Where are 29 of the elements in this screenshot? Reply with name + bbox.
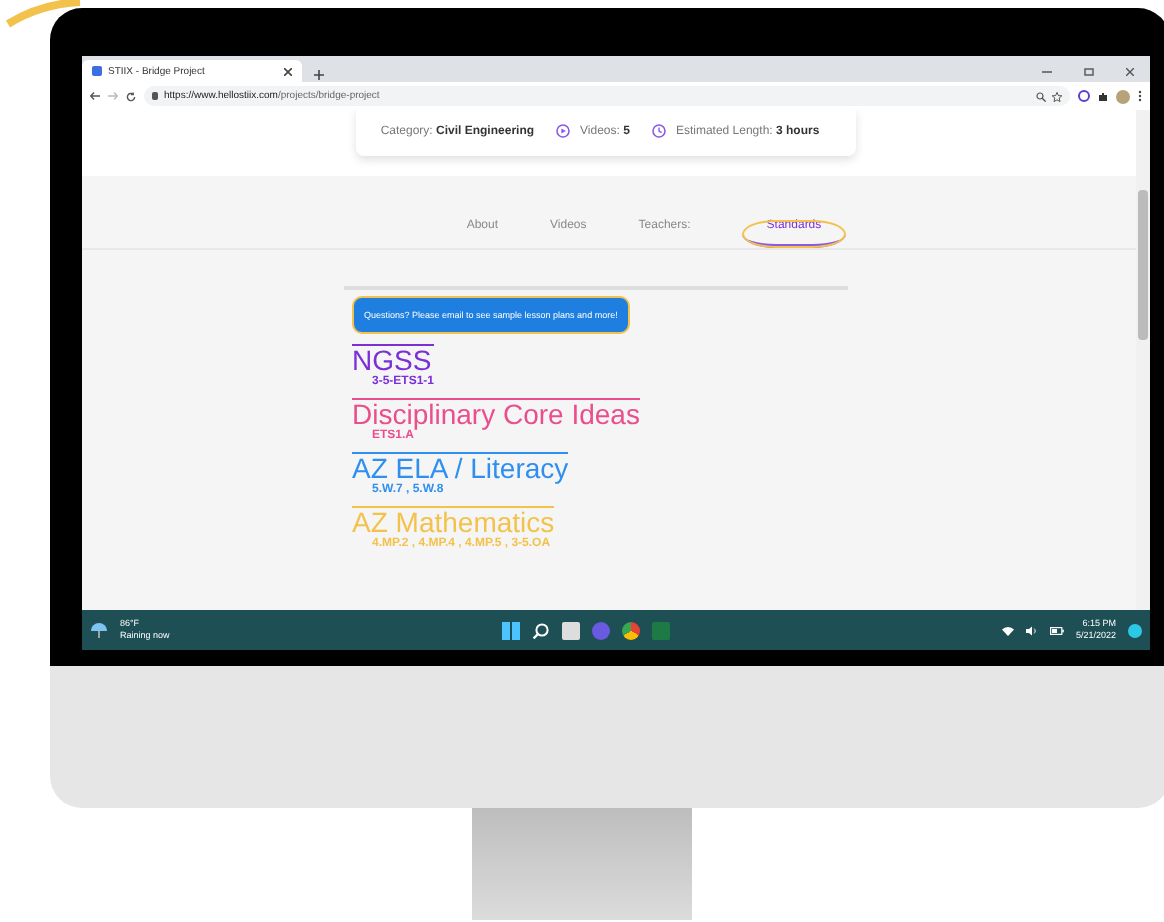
standard-title: AZ ELA / Literacy	[352, 454, 569, 484]
standard-title: NGSS	[352, 346, 432, 376]
task-view-icon[interactable]	[561, 621, 580, 639]
standard-title: Disciplinary Core Ideas	[352, 400, 640, 430]
star-icon[interactable]	[1052, 91, 1062, 101]
extension-icon[interactable]	[1078, 90, 1090, 102]
windows-icon[interactable]	[501, 621, 520, 639]
restore-icon[interactable]	[1084, 68, 1094, 76]
play-icon	[556, 124, 571, 138]
minimize-icon[interactable]	[1042, 68, 1052, 76]
close-icon[interactable]	[284, 67, 292, 75]
site-logo-icon	[92, 66, 102, 76]
browser-icon[interactable]	[621, 621, 640, 639]
standard-title: AZ Mathematics	[352, 508, 555, 538]
new-tab-icon[interactable]	[314, 70, 324, 80]
reload-icon[interactable]	[126, 91, 136, 101]
notification-icon[interactable]	[1128, 623, 1143, 637]
back-icon[interactable]	[90, 92, 100, 100]
clock-icon	[651, 124, 666, 138]
speaker-icon[interactable]	[1025, 625, 1038, 635]
scrollbar-thumb[interactable]	[1138, 190, 1148, 340]
search-icon[interactable]	[1036, 91, 1046, 101]
umbrella-icon	[90, 621, 108, 639]
lock-icon	[152, 92, 158, 100]
close-icon[interactable]	[1126, 68, 1134, 76]
battery-icon[interactable]	[1049, 625, 1064, 635]
wifi-icon[interactable]	[1001, 625, 1014, 635]
search-icon[interactable]	[531, 621, 550, 639]
swoosh-drawing	[4, 0, 84, 28]
